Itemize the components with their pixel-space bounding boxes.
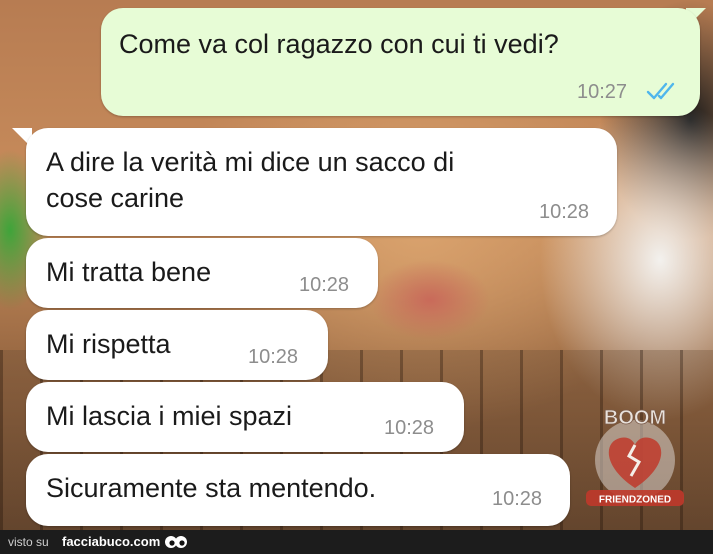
incoming-message[interactable]: Sicuramente sta mentendo. 10:28 (26, 454, 570, 526)
message-time: 10:28 (299, 274, 350, 296)
message-text: Mi rispetta (46, 329, 171, 359)
eyes-icon (165, 536, 187, 548)
footer-prefix: visto su (8, 535, 49, 549)
incoming-message[interactable]: A dire la verità mi dice un sacco di cos… (26, 128, 617, 236)
message-time: 10:28 (492, 488, 543, 510)
message-time: 10:28 (384, 417, 435, 439)
message-text: Sicuramente sta mentendo. (46, 473, 377, 503)
incoming-message[interactable]: Mi lascia i miei spazi 10:28 (26, 382, 464, 452)
incoming-message[interactable]: Mi tratta bene 10:28 (26, 238, 378, 308)
footer-site-link[interactable]: facciabuco.com (62, 534, 160, 549)
watermark-bottom-text: FRIENDZONED (599, 495, 671, 506)
message-text: A dire la verità mi dice un sacco di cos… (46, 147, 455, 213)
footer-bar: visto su facciabuco.com (0, 530, 713, 554)
broken-heart-icon: BOOM FRIENDZONED (586, 407, 684, 506)
message-text: Mi tratta bene (46, 257, 212, 287)
outgoing-message[interactable]: Come va col ragazzo con cui ti vedi? 10:… (101, 8, 700, 116)
incoming-message[interactable]: Mi rispetta 10:28 (26, 310, 328, 380)
double-check-read-icon (646, 82, 675, 100)
message-time: 10:27 (577, 81, 628, 103)
message-time: 10:28 (248, 346, 299, 368)
message-text: Come va col ragazzo con cui ti vedi? (119, 29, 559, 59)
message-text: Mi lascia i miei spazi (46, 401, 293, 431)
watermark-top-text: BOOM (604, 407, 666, 429)
message-time: 10:28 (539, 201, 590, 223)
